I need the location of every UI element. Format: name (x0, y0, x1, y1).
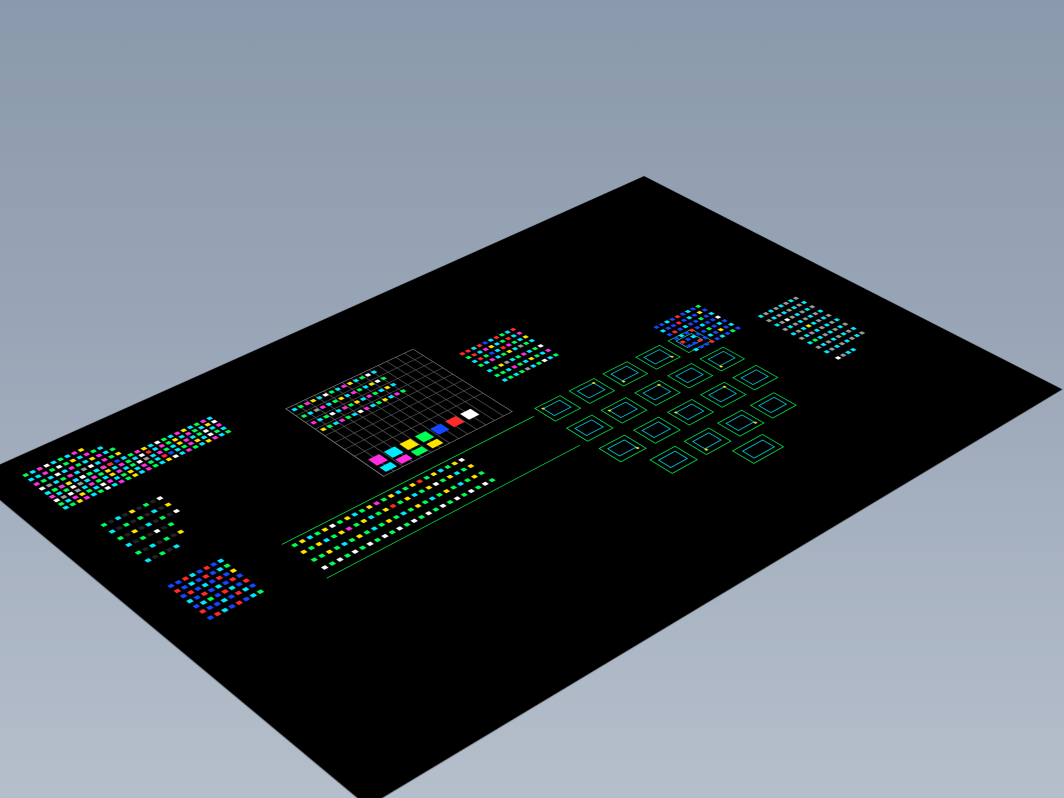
detail-thumbnail (684, 428, 732, 455)
detail-thumbnail (633, 417, 681, 444)
detail-thumbnail (750, 392, 797, 418)
detail-thumbnail (602, 361, 648, 386)
detail-thumbnail (600, 397, 647, 423)
detail-thumbnail (635, 345, 681, 370)
detail-thumbnail (667, 363, 713, 388)
detail-thumbnail (717, 410, 764, 437)
detail-thumbnail (649, 446, 698, 474)
detail-thumbnail (569, 378, 616, 404)
block-cluster-far-right-icons (758, 284, 924, 372)
detail-thumbnail (667, 399, 714, 425)
detail-thumbnail (732, 434, 784, 464)
detail-thumbnail (599, 435, 647, 463)
detail-thumbnail (634, 380, 681, 406)
detail-thumbnail (700, 382, 747, 408)
viewport-3d[interactable] (0, 0, 1064, 798)
drawing-sheet-plane[interactable] (0, 176, 1062, 798)
detail-thumbnail (566, 415, 614, 442)
detail-thumbnail (534, 395, 581, 421)
detail-thumbnail (732, 365, 778, 390)
